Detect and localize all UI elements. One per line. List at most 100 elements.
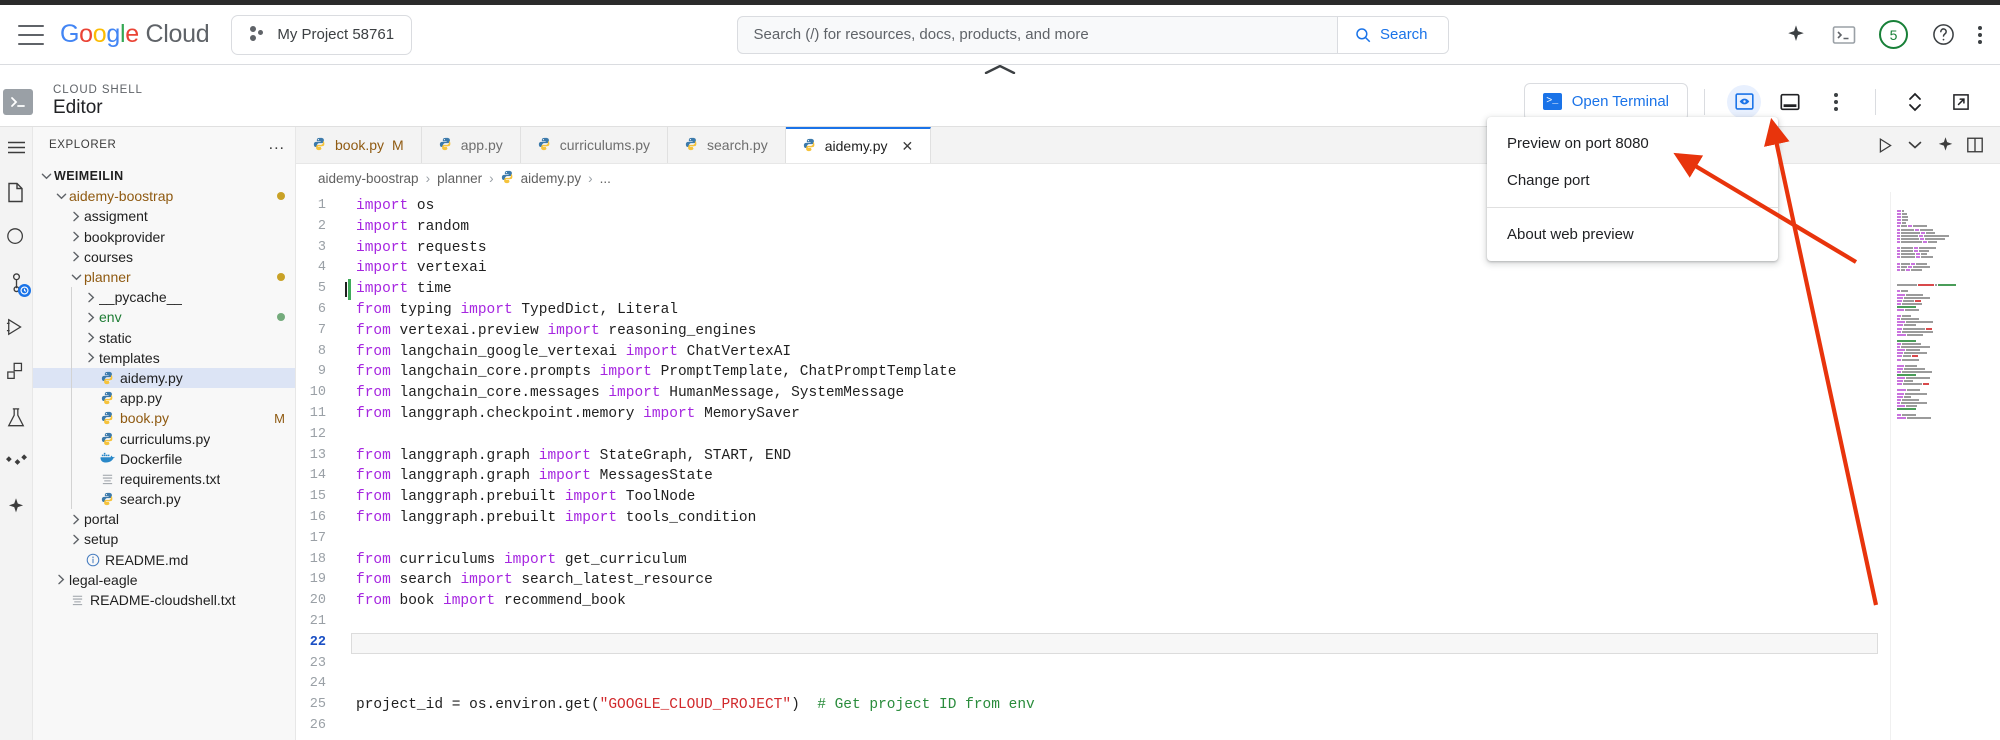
shell-more-options-icon[interactable] xyxy=(1819,85,1853,119)
code-line[interactable]: 22 xyxy=(296,633,1890,654)
code-line[interactable]: 24 xyxy=(296,674,1890,695)
search-input[interactable] xyxy=(738,17,1337,53)
global-search-box[interactable]: Search xyxy=(737,16,1449,54)
tree-folder-item[interactable]: templates xyxy=(33,348,295,368)
split-editor-icon[interactable] xyxy=(1962,132,1988,158)
run-file-button[interactable] xyxy=(1872,132,1898,158)
chevron-down-icon[interactable] xyxy=(1902,132,1928,158)
code-line[interactable]: 19from search import search_latest_resou… xyxy=(296,570,1890,591)
cloud-shell-terminal-icon[interactable] xyxy=(1831,22,1857,48)
breadcrumb-item[interactable]: aidemy.py xyxy=(501,170,582,187)
menu-item-change-port[interactable]: Change port xyxy=(1487,162,1778,199)
editor-tab-app-py[interactable]: app.py xyxy=(422,127,521,163)
search-icon[interactable] xyxy=(4,225,28,249)
open-terminal-button[interactable]: >_ Open Terminal xyxy=(1524,83,1688,121)
navigation-menu-icon[interactable] xyxy=(18,25,44,45)
folder-collapsed-chevron[interactable] xyxy=(69,231,84,242)
tree-file-item[interactable]: book.pyM xyxy=(33,408,295,428)
folder-collapsed-chevron[interactable] xyxy=(54,574,69,585)
gemini-sparkle-icon[interactable] xyxy=(1783,22,1809,48)
menu-item-about-web-preview[interactable]: About web preview xyxy=(1487,216,1778,253)
panel-collapse-handle[interactable] xyxy=(0,65,2000,77)
code-line[interactable]: 9from langchain_core.prompts import Prom… xyxy=(296,362,1890,383)
breadcrumb-item[interactable]: aidemy-boostrap xyxy=(318,171,419,186)
folder-collapsed-chevron[interactable] xyxy=(69,514,84,525)
code-line[interactable]: 15from langgraph.prebuilt import ToolNod… xyxy=(296,487,1890,508)
folder-expanded-chevron[interactable] xyxy=(54,192,69,201)
google-cloud-logo[interactable]: Google Cloud xyxy=(60,20,209,49)
project-selector[interactable]: My Project 58761 xyxy=(231,15,412,55)
code-line[interactable]: 5import time xyxy=(296,279,1890,300)
code-editor[interactable]: 1import os2import random3import requests… xyxy=(296,192,2000,740)
tree-folder-item[interactable]: env xyxy=(33,307,295,327)
close-icon[interactable]: ✕ xyxy=(902,138,914,155)
editor-tab-aidemy-py[interactable]: aidemy.py✕ xyxy=(786,127,932,163)
folder-collapsed-chevron[interactable] xyxy=(69,534,84,545)
editor-tab-book-py[interactable]: book.pyM xyxy=(296,127,422,163)
more-options-icon[interactable] xyxy=(1978,26,1982,44)
tree-folder-item[interactable]: setup xyxy=(33,529,295,549)
folder-expanded-chevron[interactable] xyxy=(39,172,54,181)
code-line[interactable]: 6from typing import TypedDict, Literal xyxy=(296,300,1890,321)
code-line[interactable]: 11from langgraph.checkpoint.memory impor… xyxy=(296,404,1890,425)
tree-file-item[interactable]: aidemy.py xyxy=(33,368,295,388)
tree-file-item[interactable]: README-cloudshell.txt xyxy=(33,590,295,610)
folder-collapsed-chevron[interactable] xyxy=(84,292,99,303)
tree-file-item[interactable]: requirements.txt xyxy=(33,469,295,489)
tree-file-item[interactable]: Dockerfile xyxy=(33,449,295,469)
help-icon[interactable] xyxy=(1930,22,1956,48)
folder-collapsed-chevron[interactable] xyxy=(84,352,99,363)
toggle-panel-icon[interactable] xyxy=(1773,85,1807,119)
tree-folder-item[interactable]: portal xyxy=(33,509,295,529)
breadcrumb-item[interactable]: ... xyxy=(600,171,611,186)
run-and-debug-icon[interactable] xyxy=(4,315,28,339)
code-line[interactable]: 4import vertexai xyxy=(296,258,1890,279)
tree-folder-item[interactable]: courses xyxy=(33,247,295,267)
code-line[interactable]: 20from book import recommend_book xyxy=(296,591,1890,612)
tree-file-item[interactable]: app.py xyxy=(33,388,295,408)
folder-collapsed-chevron[interactable] xyxy=(69,251,84,262)
tree-root-item[interactable]: WEIMEILIN xyxy=(33,166,295,186)
editor-tab-search-py[interactable]: search.py xyxy=(668,127,786,163)
tree-folder-item[interactable]: legal-eagle xyxy=(33,570,295,590)
explorer-more-actions-icon[interactable]: ... xyxy=(269,140,285,150)
code-line[interactable]: 10from langchain_core.messages import Hu… xyxy=(296,383,1890,404)
tree-folder-item[interactable]: assigment xyxy=(33,206,295,226)
testing-flask-icon[interactable] xyxy=(4,405,28,429)
folder-collapsed-chevron[interactable] xyxy=(69,211,84,222)
web-preview-icon[interactable] xyxy=(1727,85,1761,119)
menu-item-preview-on-port-8080[interactable]: Preview on port 8080 xyxy=(1487,125,1778,162)
code-line[interactable]: 14from langgraph.graph import MessagesSt… xyxy=(296,466,1890,487)
menu-hamburger-icon[interactable] xyxy=(4,135,28,159)
editor-tab-curriculums-py[interactable]: curriculums.py xyxy=(521,127,668,163)
tree-file-item[interactable]: curriculums.py xyxy=(33,428,295,448)
code-line[interactable]: 23 xyxy=(296,654,1890,675)
gemini-sparkle-icon[interactable] xyxy=(1932,132,1958,158)
folder-collapsed-chevron[interactable] xyxy=(84,332,99,343)
code-scroll-region[interactable]: 1import os2import random3import requests… xyxy=(296,192,1890,740)
expand-collapse-icon[interactable] xyxy=(1898,85,1932,119)
code-line[interactable]: 18from curriculums import get_curriculum xyxy=(296,550,1890,571)
tree-folder-item[interactable]: bookprovider xyxy=(33,227,295,247)
code-line[interactable]: 17 xyxy=(296,529,1890,550)
folder-collapsed-chevron[interactable] xyxy=(84,312,99,323)
tree-folder-item[interactable]: aidemy-boostrap xyxy=(33,186,295,206)
code-line[interactable]: 26 xyxy=(296,716,1890,737)
source-control-icon[interactable] xyxy=(4,270,28,294)
code-line[interactable]: 13from langgraph.graph import StateGraph… xyxy=(296,446,1890,467)
code-line[interactable]: 8from langchain_google_vertexai import C… xyxy=(296,342,1890,363)
folder-expanded-chevron[interactable] xyxy=(69,273,84,282)
tree-folder-item[interactable]: planner xyxy=(33,267,295,287)
search-button[interactable]: Search xyxy=(1337,17,1448,53)
tree-folder-item[interactable]: static xyxy=(33,328,295,348)
gemini-sparkle-icon[interactable] xyxy=(4,495,28,519)
code-line[interactable]: 16from langgraph.prebuilt import tools_c… xyxy=(296,508,1890,529)
explorer-files-icon[interactable] xyxy=(4,180,28,204)
editor-minimap[interactable] xyxy=(1890,192,2000,740)
extensions-icon[interactable] xyxy=(4,360,28,384)
cloud-code-icon[interactable] xyxy=(4,450,28,474)
notification-badge[interactable]: 5 xyxy=(1879,20,1908,49)
tree-folder-item[interactable]: __pycache__ xyxy=(33,287,295,307)
code-line[interactable]: 25project_id = os.environ.get("GOOGLE_CL… xyxy=(296,695,1890,716)
code-line[interactable]: 7from vertexai.preview import reasoning_… xyxy=(296,321,1890,342)
